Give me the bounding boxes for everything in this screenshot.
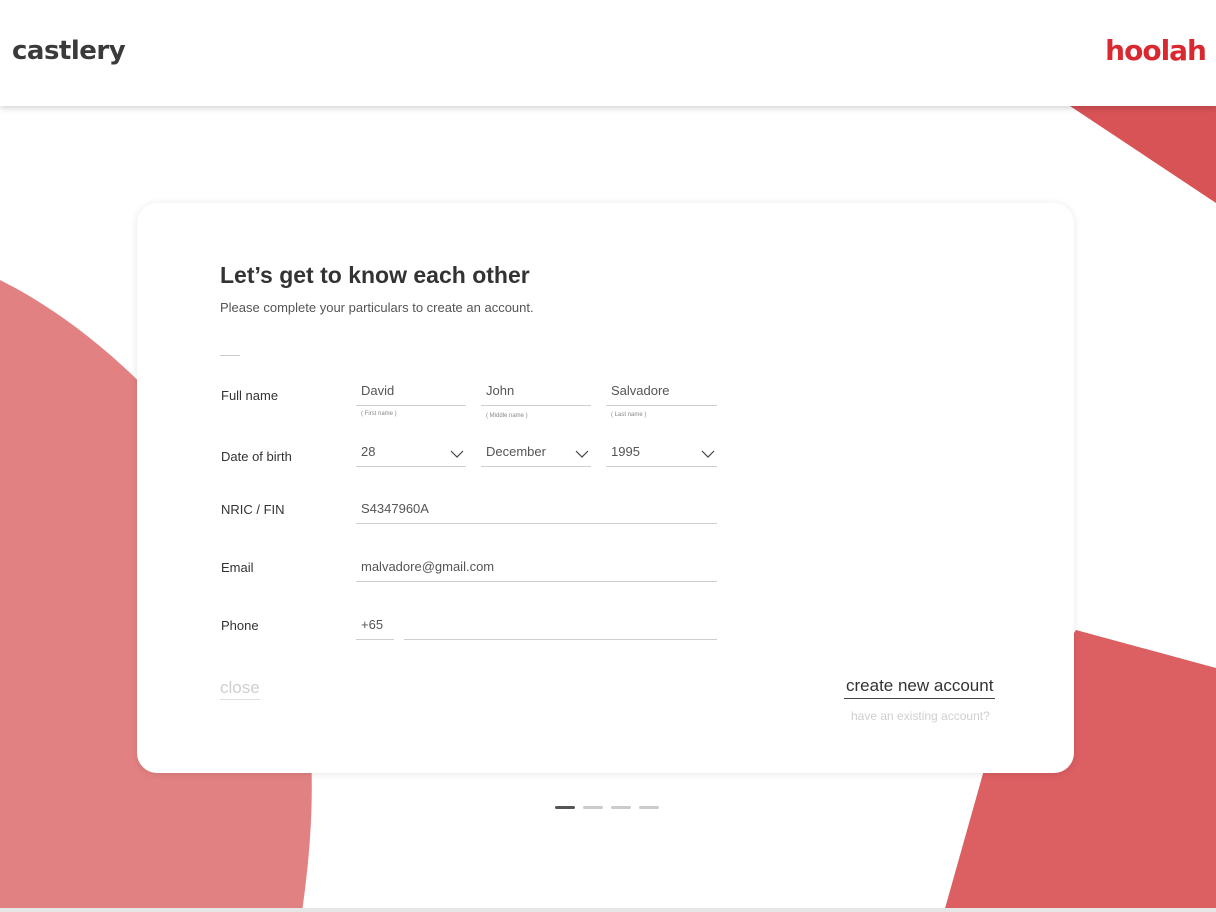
middle-name-hint: ( Middle name )	[486, 413, 528, 419]
castlery-logo[interactable]: castlery	[12, 36, 126, 66]
create-account-button[interactable]: create new account	[844, 676, 996, 699]
chevron-down-icon	[450, 450, 464, 458]
dob-month-value: December	[486, 444, 546, 459]
dob-year-select[interactable]: 1995	[606, 444, 717, 467]
step-indicator-2	[583, 806, 603, 809]
country-code-input[interactable]: +65	[356, 617, 394, 640]
nric-label: NRIC / FIN	[221, 502, 285, 517]
page-subtitle: Please complete your particulars to crea…	[220, 300, 534, 315]
email-value: malvadore@gmail.com	[361, 559, 495, 574]
step-indicator-4	[639, 806, 659, 809]
dob-day-value: 28	[361, 444, 376, 459]
middle-name-value: John	[486, 383, 515, 398]
signup-card: Let’s get to know each other Please comp…	[137, 203, 1074, 773]
email-input[interactable]: malvadore@gmail.com	[356, 559, 717, 582]
first-name-hint: ( First name )	[361, 411, 397, 417]
dob-day-select[interactable]: 28	[356, 444, 466, 467]
email-label: Email	[221, 560, 254, 575]
last-name-hint: ( Last name )	[611, 412, 647, 418]
first-name-value: David	[361, 383, 395, 398]
bottom-border	[0, 908, 1216, 912]
phone-number-input[interactable]	[404, 617, 717, 640]
top-right-red-triangle	[1070, 106, 1216, 203]
first-name-field[interactable]: David ( First name )	[356, 383, 466, 417]
existing-account-link[interactable]: have an existing account?	[851, 709, 990, 723]
step-indicator-3	[611, 806, 631, 809]
dob-year-value: 1995	[611, 444, 640, 459]
dob-month-select[interactable]: December	[481, 444, 591, 467]
phone-label: Phone	[221, 618, 259, 633]
country-code-value: +65	[361, 617, 384, 632]
middle-name-field[interactable]: John ( Middle name )	[481, 383, 591, 419]
chevron-down-icon	[701, 450, 715, 458]
last-name-value: Salvadore	[611, 383, 670, 398]
nric-value: S4347960A	[361, 501, 429, 516]
last-name-field[interactable]: Salvadore ( Last name )	[606, 383, 717, 418]
nric-input[interactable]: S4347960A	[356, 501, 717, 524]
dob-label: Date of birth	[221, 449, 292, 464]
step-indicator-1	[555, 806, 575, 809]
full-name-label: Full name	[221, 388, 279, 403]
top-header: castlery hoolah	[0, 0, 1216, 106]
page-title: Let’s get to know each other	[220, 262, 530, 288]
close-button[interactable]: close	[220, 678, 260, 700]
hoolah-logo[interactable]: hoolah	[1105, 34, 1207, 67]
chevron-down-icon	[575, 450, 589, 458]
divider	[220, 355, 240, 356]
